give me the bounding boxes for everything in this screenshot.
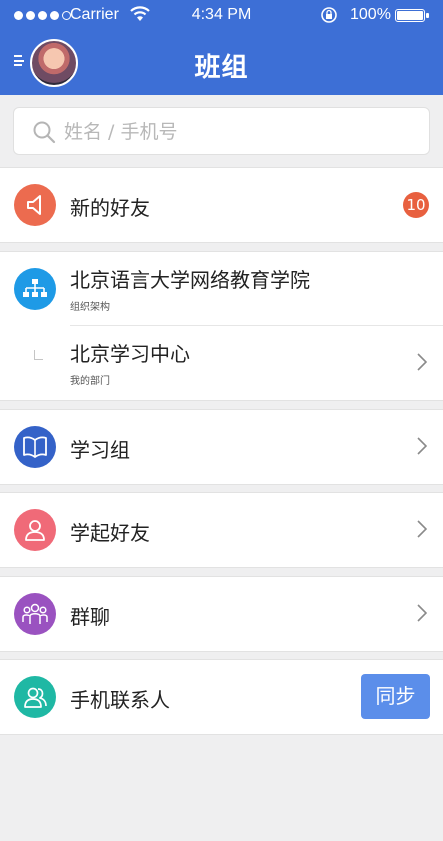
study-friends-label: 学起好友 <box>70 521 150 545</box>
group-chat-label: 群聊 <box>70 605 110 629</box>
tree-connector-icon <box>34 350 43 360</box>
department-label: 北京学习中心 <box>70 342 190 366</box>
new-friends-label: 新的好友 <box>70 196 150 220</box>
rotation-lock-icon <box>321 7 337 23</box>
search-input[interactable] <box>64 116 414 148</box>
organization-label: 北京语言大学网络教育学院 <box>70 268 310 292</box>
group-icon <box>14 593 56 635</box>
organization-row[interactable]: 北京语言大学网络教育学院 组织架构 <box>0 252 443 326</box>
battery-percent: 100% <box>350 6 391 23</box>
sync-button[interactable]: 同步 <box>361 674 430 719</box>
chevron-right-icon <box>417 437 427 455</box>
new-friends-row[interactable]: 新的好友 10 <box>0 168 443 242</box>
study-group-section: 学习组 <box>0 409 443 485</box>
chevron-right-icon <box>417 604 427 622</box>
department-row[interactable]: 北京学习中心 我的部门 <box>0 326 443 400</box>
group-chat-row[interactable]: 群聊 <box>0 577 443 651</box>
phone-contacts-row[interactable]: 手机联系人 同步 <box>0 660 443 734</box>
header: Carrier 4:34 PM 100% 班组 <box>0 0 443 95</box>
chevron-right-icon <box>417 520 427 538</box>
organization-sub-label: 组织架构 <box>70 302 110 313</box>
book-icon <box>14 426 56 468</box>
speaker-icon <box>14 184 56 226</box>
search-box[interactable] <box>13 107 430 155</box>
phone-contacts-label: 手机联系人 <box>70 688 170 712</box>
new-friends-badge: 10 <box>403 192 429 218</box>
chevron-right-icon <box>417 353 427 371</box>
contacts-icon <box>14 676 56 718</box>
search-bar <box>0 95 443 165</box>
status-bar: Carrier 4:34 PM 100% <box>0 0 443 32</box>
org-chart-icon <box>14 268 56 310</box>
study-group-label: 学习组 <box>70 438 130 462</box>
person-icon <box>14 509 56 551</box>
search-icon <box>33 121 56 144</box>
study-friends-row[interactable]: 学起好友 <box>0 493 443 567</box>
department-sub-label: 我的部门 <box>70 376 110 387</box>
page-title: 班组 <box>194 53 249 83</box>
phone-contacts-section: 手机联系人 同步 <box>0 659 443 735</box>
organization-section: 北京语言大学网络教育学院 组织架构 北京学习中心 我的部门 <box>0 251 443 401</box>
new-friends-section: 新的好友 10 <box>0 167 443 243</box>
battery-icon <box>395 9 429 22</box>
group-chat-section: 群聊 <box>0 576 443 652</box>
study-group-row[interactable]: 学习组 <box>0 410 443 484</box>
study-friends-section: 学起好友 <box>0 492 443 568</box>
